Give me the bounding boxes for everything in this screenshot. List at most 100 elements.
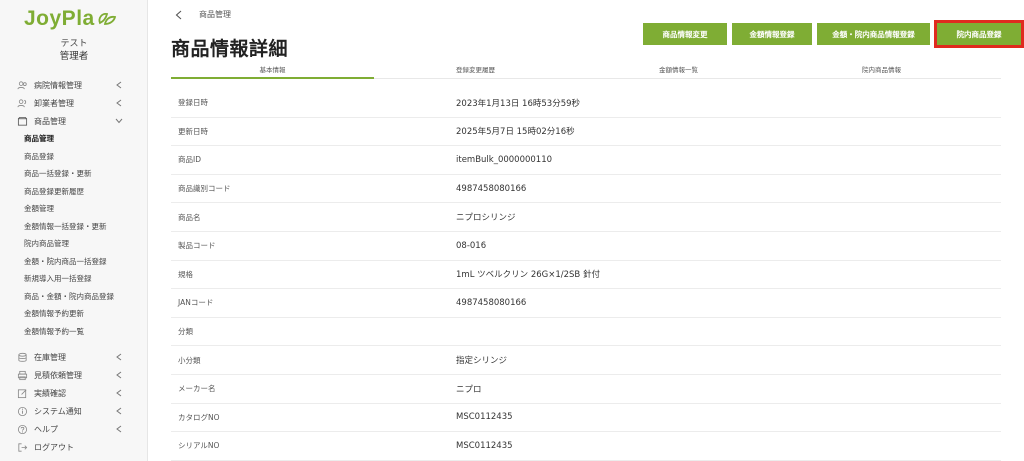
sidebar-item-system-notice[interactable]: システム通知 [0,402,148,420]
detail-row: 小分類 指定シリンジ [171,346,1001,375]
sidebar-item-label: システム通知 [34,406,82,416]
detail-value: 4987458080166 [456,183,527,194]
register-price-button[interactable]: 金額情報登録 [732,23,812,45]
detail-label: 商品ID [178,155,201,165]
tab-change-history[interactable]: 登録変更履歴 [374,60,577,78]
sidebar-item-wholesaler[interactable]: 卸業者管理 [0,94,148,112]
sidebar-item-label: 在庫管理 [34,352,66,362]
sidebar-item-hospital[interactable]: 病院情報管理 [0,76,148,94]
sidebar-item-label: ログアウト [34,442,74,452]
detail-value: MSC0112435 [456,440,513,451]
chevron-left-icon [114,79,124,91]
sidebar-subitem-price-inhouse-bulk[interactable]: 金額・院内商品一括登録 [0,253,148,271]
detail-row: 製品コード 08-016 [171,232,1001,261]
action-buttons: 商品情報変更 金額情報登録 金額・院内商品情報登録 院内商品登録 [643,20,1024,48]
sidebar-item-logout[interactable]: ログアウト [0,438,148,456]
sidebar-item-quote-request[interactable]: 見積依頼管理 [0,366,148,384]
detail-row: 更新日時 2025年5月7日 15時02分16秒 [171,118,1001,147]
chevron-left-icon [114,423,124,435]
box-icon [16,115,28,127]
detail-row: カタログNO MSC0112435 [171,404,1001,433]
detail-label: メーカー名 [178,384,216,394]
tab-bar: 基本情報 登録変更履歴 金額情報一覧 院内商品情報 [171,60,1001,79]
chevron-left-icon [114,351,124,363]
detail-label: JANコード [178,298,214,308]
help-icon [16,423,28,435]
edit-product-button[interactable]: 商品情報変更 [643,23,727,45]
breadcrumb: 商品管理 [175,9,231,20]
sidebar-subitem-price-reservation-list[interactable]: 金額情報予約一覧 [0,323,148,341]
detail-value: 2025年5月7日 15時02分16秒 [456,127,575,138]
brand-logo[interactable]: JoyPla [24,6,117,32]
detail-row: シリアルNO MSC0112435 [171,432,1001,461]
detail-value: ニプロ [456,384,482,395]
user-role: 管理者 [59,51,89,62]
sidebar-item-label: ヘルプ [34,424,58,434]
sidebar: JoyPla テスト 管理者 病院情報管理 卸業者管理 商品管理 商品管理 商品… [0,0,148,461]
register-inhouse-product-button[interactable]: 院内商品登録 [934,20,1024,48]
page-title: 商品情報詳細 [171,38,289,60]
sidebar-nav: 病院情報管理 卸業者管理 商品管理 商品管理 商品登録 商品一括登録・更新 商品… [0,76,148,340]
detail-label: カタログNO [178,412,220,422]
detail-row: 商品識別コード 4987458080166 [171,175,1001,204]
logout-icon [16,441,28,453]
detail-value: 指定シリンジ [456,356,508,367]
detail-row: 分類 [171,318,1001,347]
detail-row: 商品ID itemBulk_0000000110 [171,146,1001,175]
detail-label: シリアルNO [178,441,220,451]
main-content: 商品管理 商品情報詳細 商品情報変更 金額情報登録 金額・院内商品情報登録 院内… [149,0,1024,461]
tab-inhouse-info[interactable]: 院内商品情報 [780,60,983,78]
sidebar-item-label: 商品管理 [34,116,66,126]
chevron-left-icon [114,97,124,109]
back-chevron-icon[interactable] [175,10,185,20]
user-group-icon [16,97,28,109]
sidebar-subitem-new-introduction[interactable]: 新規導入用一括登録 [0,270,148,288]
detail-label: 登録日時 [178,98,208,108]
tab-basic-info[interactable]: 基本情報 [171,60,374,79]
detail-label: 製品コード [178,241,216,251]
sidebar-item-inventory[interactable]: 在庫管理 [0,348,148,366]
info-icon [16,405,28,417]
detail-label: 商品名 [178,212,201,222]
detail-value: 08-016 [456,240,487,251]
detail-value: 1mL ツベルクリン 26G×1/2SB 針付 [456,270,600,281]
sidebar-subitem-product-register[interactable]: 商品登録 [0,148,148,166]
chevron-left-icon [114,387,124,399]
sidebar-subitem-price-bulk[interactable]: 金額情報一括登録・更新 [0,218,148,236]
sidebar-item-label: 病院情報管理 [34,80,82,90]
sidebar-subitem-product-price-inhouse[interactable]: 商品・金額・院内商品登録 [0,288,148,306]
detail-label: 商品識別コード [178,184,231,194]
leaf-icon [98,12,116,25]
logo-text: JoyPla [24,7,95,30]
sidebar-item-products[interactable]: 商品管理 [0,112,148,130]
detail-value: MSC0112435 [456,412,513,423]
sidebar-item-results[interactable]: 実績確認 [0,384,148,402]
breadcrumb-link[interactable]: 商品管理 [199,9,231,20]
detail-value: itemBulk_0000000110 [456,154,553,165]
chevron-down-icon [114,115,124,127]
sidebar-item-help[interactable]: ヘルプ [0,420,148,438]
sidebar-subitem-product-management[interactable]: 商品管理 [0,130,148,148]
sidebar-subitem-price-reservation-update[interactable]: 金額情報予約更新 [0,305,148,323]
sidebar-nav-lower: 在庫管理 見積依頼管理 実績確認 システム通知 ヘルプ ログアウト [0,348,148,456]
sidebar-subitem-inhouse-management[interactable]: 院内商品管理 [0,235,148,253]
sidebar-item-label: 卸業者管理 [34,98,74,108]
sidebar-subitem-bulk-register[interactable]: 商品一括登録・更新 [0,165,148,183]
detail-row: 規格 1mL ツベルクリン 26G×1/2SB 針付 [171,261,1001,290]
register-price-inhouse-button[interactable]: 金額・院内商品情報登録 [817,23,930,45]
detail-label: 小分類 [178,355,201,365]
chevron-left-icon [114,369,124,381]
detail-row: メーカー名 ニプロ [171,375,1001,404]
detail-row: 商品名 ニプロシリンジ [171,203,1001,232]
detail-label: 更新日時 [178,126,208,136]
sidebar-subitem-register-history[interactable]: 商品登録更新履歴 [0,183,148,201]
detail-row: JANコード 4987458080166 [171,289,1001,318]
detail-label: 分類 [178,327,193,337]
detail-row: 登録日時 2023年1月13日 16時53分59秒 [171,89,1001,118]
user-block: テスト 管理者 [0,38,148,64]
printer-icon [16,369,28,381]
sidebar-subitem-price-management[interactable]: 金額管理 [0,200,148,218]
user-name: テスト [60,39,88,49]
sidebar-item-label: 実績確認 [34,388,66,398]
tab-price-list[interactable]: 金額情報一覧 [577,60,780,78]
